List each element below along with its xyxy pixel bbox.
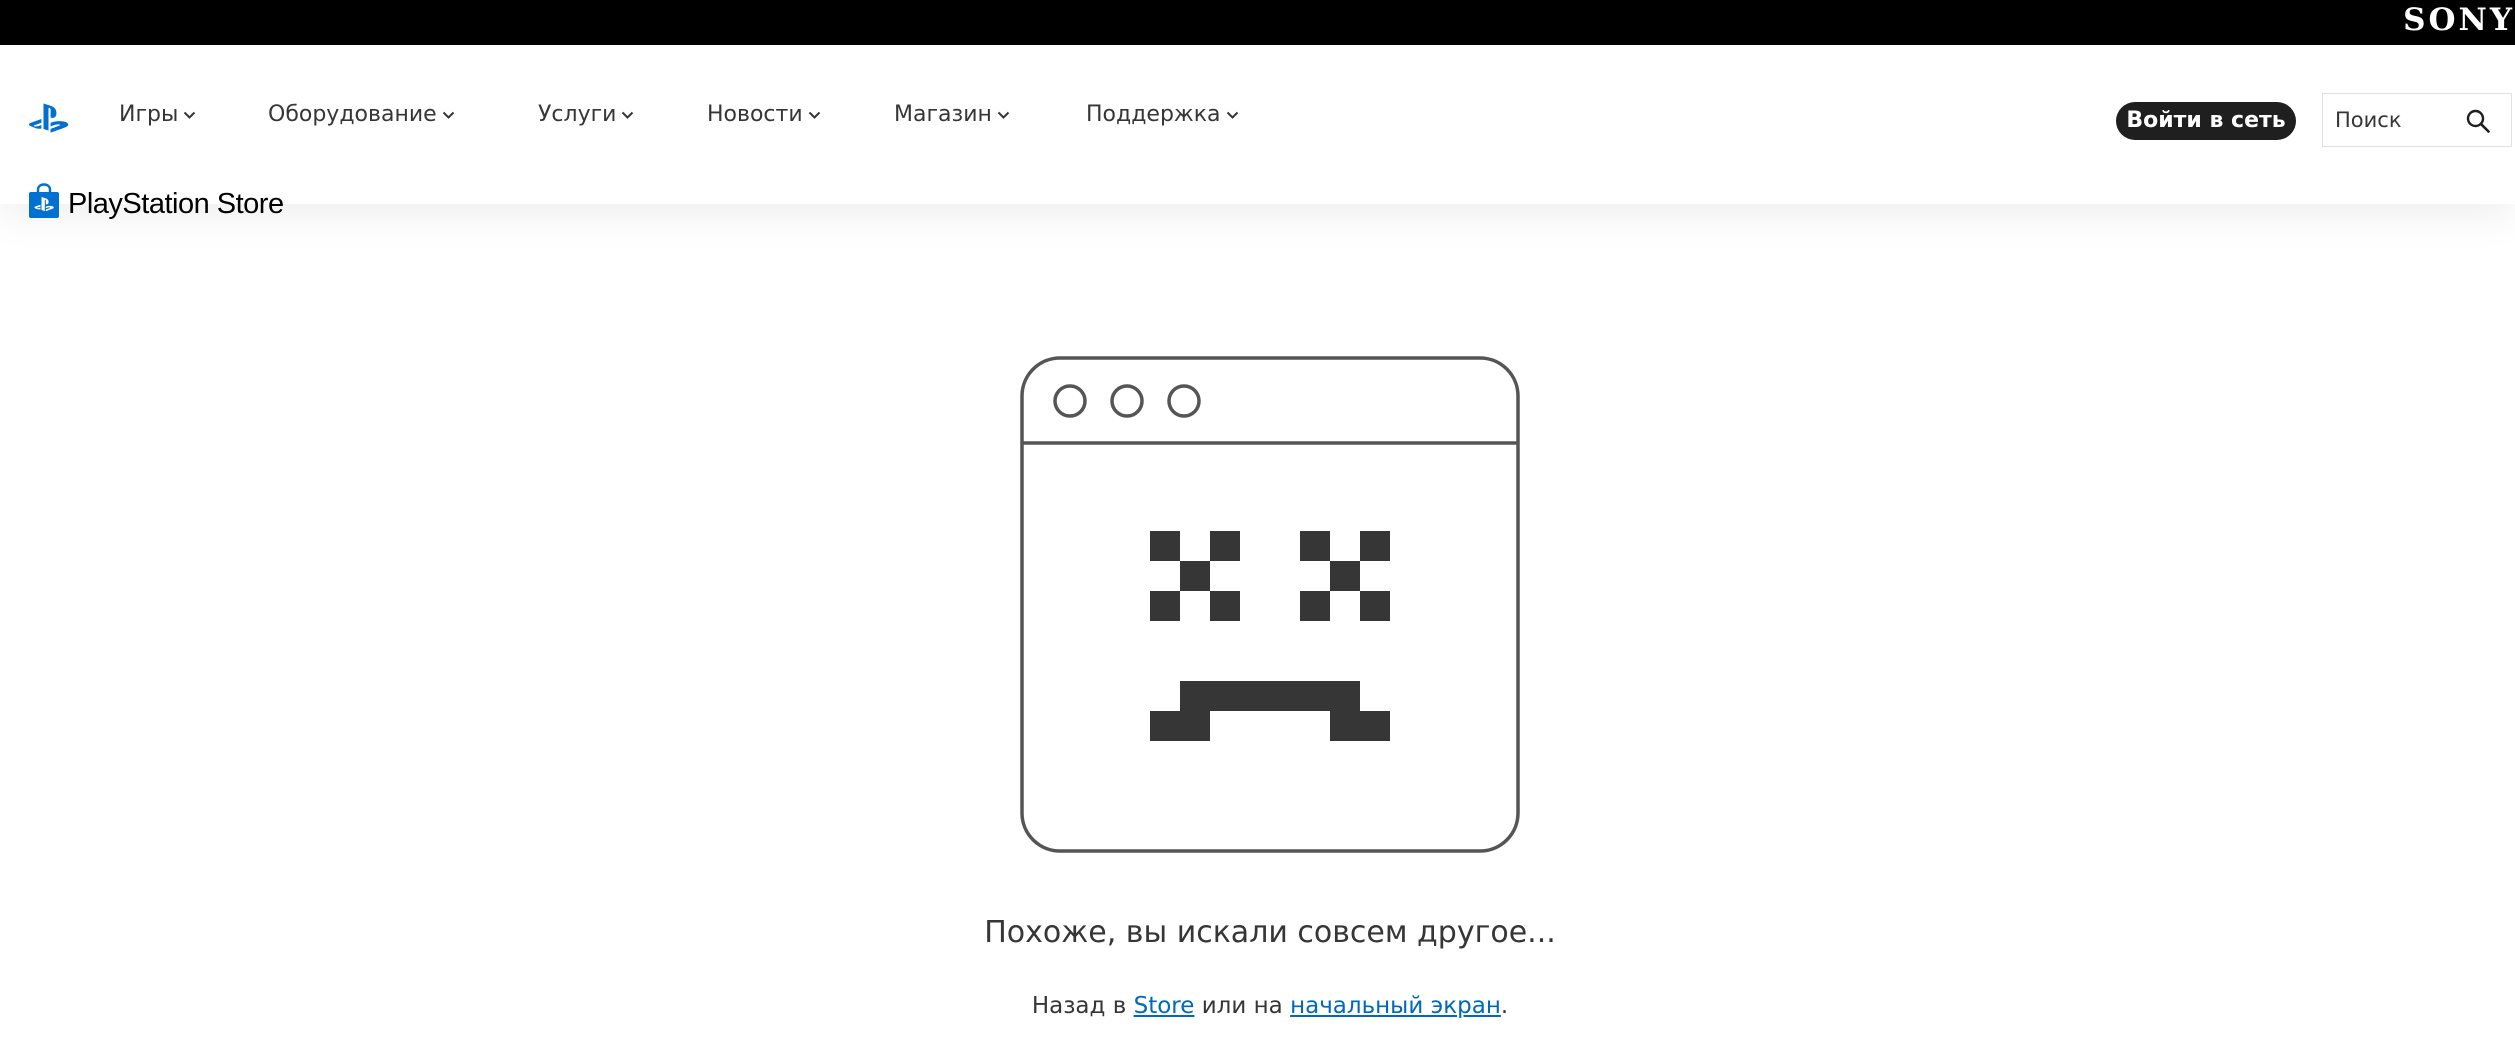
error-title: Похоже, вы искали совсем другое... bbox=[984, 915, 1556, 950]
sony-bar: SONY bbox=[0, 0, 2515, 45]
error-sub-suffix: . bbox=[1500, 993, 1509, 1019]
error-subtitle: Назад в Store или на начальный экран. bbox=[0, 990, 2515, 1022]
error-sub-middle: или на bbox=[1194, 993, 1291, 1019]
nav-item-label: Магазин bbox=[894, 102, 992, 127]
chevron-down-icon bbox=[622, 111, 634, 119]
store-bag-icon bbox=[29, 183, 59, 218]
chevron-down-icon bbox=[808, 111, 820, 119]
nav-item-services[interactable]: Услуги bbox=[538, 101, 634, 129]
nav-item-games[interactable]: Игры bbox=[119, 101, 196, 129]
nav-item-support[interactable]: Поддержка bbox=[1086, 101, 1239, 129]
chevron-down-icon bbox=[184, 111, 196, 119]
error-sub-prefix: Назад в bbox=[1031, 993, 1134, 1019]
chevron-down-icon bbox=[442, 111, 454, 119]
nav-item-label: Услуги bbox=[538, 102, 617, 127]
playstation-logo-icon[interactable] bbox=[28, 102, 70, 134]
sad-browser-illustration bbox=[1020, 356, 1520, 853]
nav-item-label: Оборудование bbox=[268, 102, 437, 127]
nav-item-news[interactable]: Новости bbox=[707, 101, 821, 129]
site-header: Игры Оборудование Услуги Новости Магазин… bbox=[0, 45, 2515, 220]
sign-in-button[interactable]: Войти в сеть bbox=[2116, 102, 2296, 140]
nav-item-shop[interactable]: Магазин bbox=[894, 101, 1010, 129]
sony-logo[interactable]: SONY bbox=[2403, 2, 2515, 38]
nav-item-label: Новости bbox=[707, 102, 803, 127]
search-icon[interactable] bbox=[2465, 108, 2491, 134]
nav-item-label: Поддержка bbox=[1086, 102, 1221, 127]
home-link[interactable]: начальный экран bbox=[1290, 993, 1501, 1019]
nav-item-hardware[interactable]: Оборудование bbox=[268, 101, 455, 129]
search-box bbox=[2322, 93, 2512, 147]
chevron-down-icon bbox=[1226, 111, 1238, 119]
store-link[interactable]: Store bbox=[1134, 993, 1195, 1019]
search-input[interactable] bbox=[2335, 106, 2455, 134]
nav-item-label: Игры bbox=[119, 102, 179, 127]
chevron-down-icon bbox=[997, 111, 1010, 119]
store-name: PlayStation Store bbox=[68, 188, 284, 220]
